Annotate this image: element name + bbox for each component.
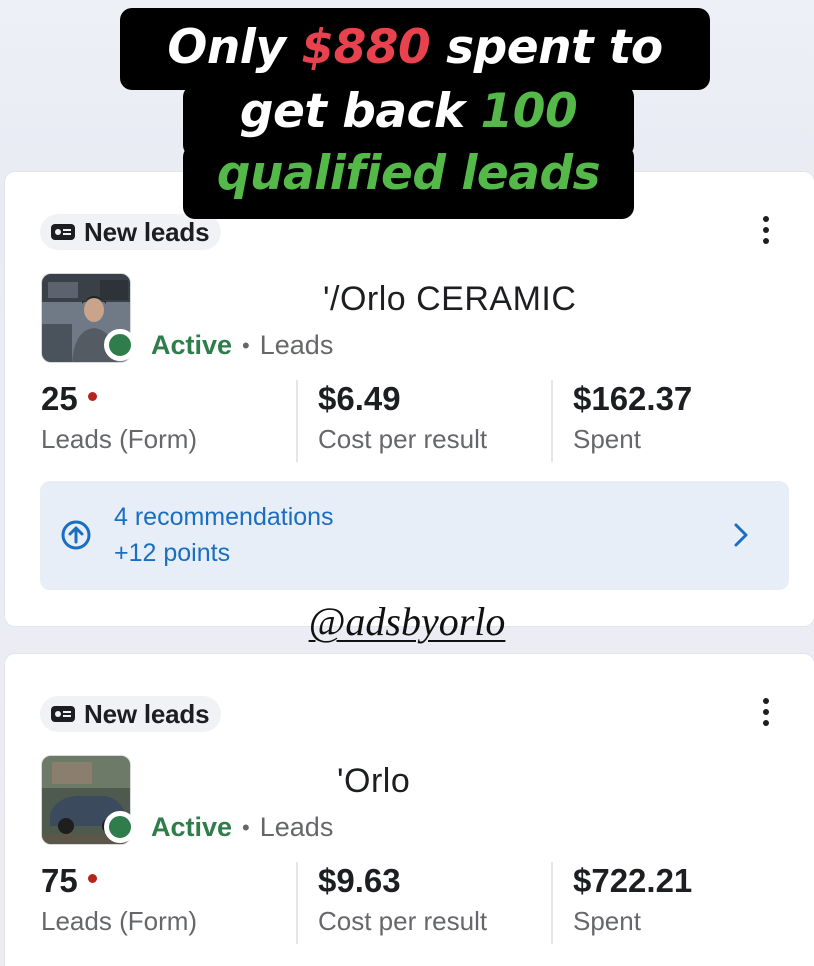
metric-spent[interactable]: $722.21 Spent xyxy=(551,862,806,944)
campaign-status-line: Active • Leads xyxy=(151,812,333,843)
status-separator: • xyxy=(242,814,250,840)
chip-label: New leads xyxy=(84,698,210,729)
more-options-icon[interactable] xyxy=(756,694,776,730)
headline-text: spent to xyxy=(446,20,663,75)
metric-cost-per-result[interactable]: $9.63 Cost per result xyxy=(296,862,551,944)
metric-value: 25 xyxy=(41,380,78,417)
campaign-name[interactable]: '/Orlo CERAMIC xyxy=(323,280,576,319)
status-active-label: Active xyxy=(151,812,233,842)
chevron-right-icon xyxy=(734,523,748,547)
metric-value: $6.49 xyxy=(318,380,401,417)
headline-text: Only xyxy=(167,20,286,75)
status-active-label: Active xyxy=(151,330,233,360)
id-card-icon xyxy=(51,706,75,722)
metric-label: Spent xyxy=(573,424,641,454)
id-card-icon xyxy=(51,224,75,240)
watermark-handle: @adsbyorlo xyxy=(308,599,506,644)
objective-label: Leads xyxy=(259,812,334,842)
recommendations-points: +12 points xyxy=(114,539,231,567)
metric-value: 75 xyxy=(41,862,78,899)
chip-label: New leads xyxy=(84,216,210,247)
headline-line-1: Only $880 spent to xyxy=(120,20,710,75)
arrow-up-circle-icon xyxy=(61,520,91,550)
new-leads-chip: New leads xyxy=(40,214,222,250)
active-status-dot xyxy=(104,811,136,843)
metric-cost-per-result[interactable]: $6.49 Cost per result xyxy=(296,380,551,462)
metric-leads[interactable]: 75 Leads (Form) xyxy=(41,862,296,944)
metric-label: Leads (Form) xyxy=(41,424,198,454)
active-status-dot xyxy=(104,329,136,361)
metric-value: $722.21 xyxy=(573,862,693,899)
metrics-row: 75 Leads (Form) $9.63 Cost per result $7… xyxy=(41,862,811,944)
new-leads-chip: New leads xyxy=(40,696,222,732)
metric-value: $9.63 xyxy=(318,862,401,899)
headline-line-2: get back 100 xyxy=(183,84,634,139)
metric-label: Leads (Form) xyxy=(41,906,198,936)
campaign-name[interactable]: 'Orlo xyxy=(337,762,410,801)
campaign-card-2[interactable]: New leads 'Orlo Active • Leads 75 Leads … xyxy=(5,654,814,966)
metric-value: $162.37 xyxy=(573,380,693,417)
status-separator: • xyxy=(242,332,250,358)
headline-text: get back xyxy=(239,84,465,139)
objective-label: Leads xyxy=(259,330,334,360)
campaign-card-1[interactable]: New leads '/Orlo CERAMIC Active • Leads … xyxy=(5,172,814,626)
more-options-icon[interactable] xyxy=(756,212,776,248)
metric-spent[interactable]: $162.37 Spent xyxy=(551,380,806,462)
campaign-status-line: Active • Leads xyxy=(151,330,333,361)
headline-amount: $880 xyxy=(301,20,431,75)
recommendations-count: 4 recommendations xyxy=(114,503,334,531)
metric-label: Cost per result xyxy=(318,424,488,454)
alert-dot-icon xyxy=(87,391,97,401)
headline-line-3: qualified leads xyxy=(216,146,601,201)
metric-label: Spent xyxy=(573,906,641,936)
metric-leads[interactable]: 25 Leads (Form) xyxy=(41,380,296,462)
recommendations-banner[interactable]: 4 recommendations +12 points xyxy=(40,481,789,590)
metric-label: Cost per result xyxy=(318,906,488,936)
headline-count: 100 xyxy=(480,84,578,139)
metrics-row: 25 Leads (Form) $6.49 Cost per result $1… xyxy=(41,380,811,462)
alert-dot-icon xyxy=(87,873,97,883)
